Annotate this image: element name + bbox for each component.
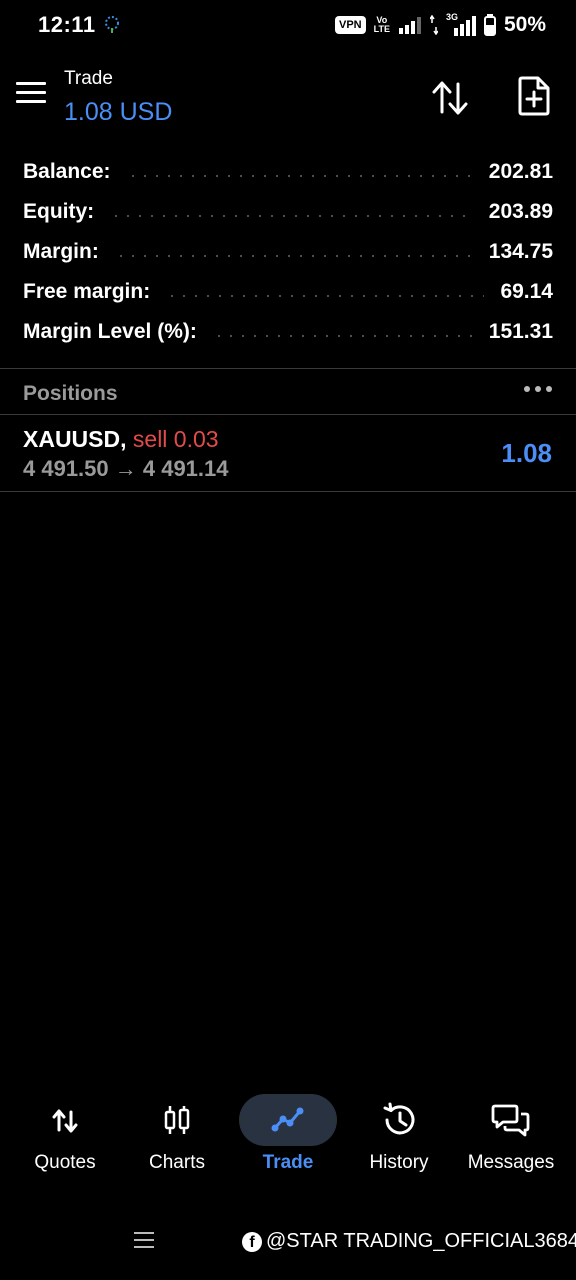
nav-messages-label: Messages [467, 1152, 555, 1173]
volte-icon: Vo LTE [374, 16, 390, 34]
data-arrows-icon [429, 15, 438, 35]
divider [0, 491, 576, 492]
status-time: 12:11 [38, 12, 96, 37]
system-navigation-bar: f @STAR TRADING_OFFICIAL3684 [0, 1212, 576, 1272]
divider [0, 368, 576, 369]
bottom-navigation: Quotes Charts Trade History Messages [0, 1090, 576, 1190]
facebook-icon: f [242, 1231, 262, 1252]
position-side: sell 0.03 [132, 426, 219, 452]
equity-label: Equity: [23, 200, 95, 223]
divider [0, 414, 576, 415]
watermark-text: @STAR TRADING_OFFICIAL3684 [266, 1230, 576, 1252]
nav-messages[interactable]: Messages [455, 1090, 567, 1190]
dotted-leader [212, 335, 473, 337]
nav-quotes[interactable]: Quotes [9, 1090, 121, 1190]
positions-title: Positions [23, 382, 118, 405]
messages-icon [491, 1104, 530, 1137]
dotted-leader [114, 255, 473, 257]
charts-icon [164, 1106, 190, 1134]
signal-3g-icon: 3G [446, 12, 476, 36]
status-bar: 12:11 VPN Vo LTE 3G 50% [0, 0, 576, 52]
margin-level-value: 151.31 [488, 320, 553, 343]
more-options-icon[interactable] [524, 386, 552, 396]
nav-history-label: History [369, 1152, 429, 1173]
nav-charts-label: Charts [149, 1152, 205, 1173]
nav-trade-label: Trade [262, 1152, 314, 1173]
position-row[interactable]: XAUUSD, sell 0.03 4 491.50 → 4 491.14 1.… [0, 416, 576, 490]
volte-bottom: LTE [373, 24, 390, 34]
balance-value: 202.81 [488, 160, 553, 183]
positions-header: Positions [0, 370, 576, 414]
app-header: Trade 1.08 USD [0, 60, 576, 136]
margin-label: Margin: [23, 240, 99, 263]
menu-icon[interactable] [16, 82, 48, 110]
free-margin-row: Free margin: 69.14 [0, 272, 576, 312]
nav-history[interactable]: History [343, 1090, 455, 1190]
position-prices: 4 491.50 → 4 491.14 [23, 456, 229, 481]
margin-level-label: Margin Level (%): [23, 320, 197, 343]
history-icon [383, 1102, 415, 1135]
position-symbol: XAUUSD, [23, 426, 127, 452]
position-profit: 1.08 [501, 438, 552, 468]
position-title: XAUUSD, sell 0.03 [23, 426, 219, 453]
trade-icon [271, 1107, 304, 1132]
battery-icon [483, 14, 496, 36]
new-order-icon[interactable] [516, 76, 552, 116]
margin-level-row: Margin Level (%): 151.31 [0, 312, 576, 352]
sort-icon[interactable] [430, 78, 472, 118]
nav-charts[interactable]: Charts [121, 1090, 233, 1190]
margin-value: 134.75 [488, 240, 553, 263]
free-margin-value: 69.14 [500, 280, 553, 303]
status-icons: VPN Vo LTE 3G 50% [335, 10, 546, 40]
quotes-icon [52, 1109, 78, 1133]
account-summary: Balance: 202.81 Equity: 203.89 Margin: 1… [0, 152, 576, 352]
equity-value: 203.89 [488, 200, 553, 223]
nav-quotes-label: Quotes [34, 1152, 96, 1173]
free-margin-label: Free margin: [23, 280, 151, 303]
balance-row: Balance: 202.81 [0, 152, 576, 192]
margin-row: Margin: 134.75 [0, 232, 576, 272]
dotted-leader [110, 215, 473, 217]
nav-trade[interactable]: Trade [232, 1090, 344, 1190]
signal-icon [398, 17, 421, 34]
battery-percent: 50% [503, 13, 546, 36]
recent-apps-icon[interactable] [134, 1232, 154, 1250]
dotted-leader [126, 175, 473, 177]
equity-row: Equity: 203.89 [0, 192, 576, 232]
app-notification-icon [105, 16, 119, 33]
page-title: Trade [64, 68, 113, 89]
dotted-leader [166, 295, 485, 297]
balance-label: Balance: [23, 160, 111, 183]
vpn-badge: VPN [335, 16, 366, 34]
watermark: f @STAR TRADING_OFFICIAL3684 [242, 1230, 576, 1253]
profit-summary: 1.08 USD [64, 98, 173, 126]
